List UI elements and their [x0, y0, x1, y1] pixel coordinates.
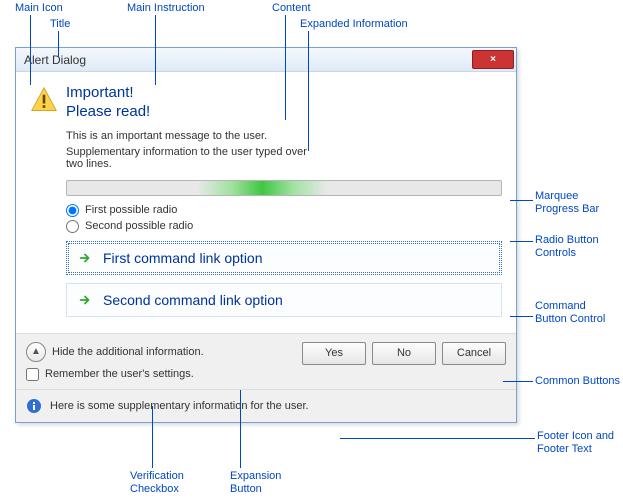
content-text: This is an important message to the user…: [66, 130, 502, 142]
arrow-right-icon: [77, 292, 93, 308]
command-link-2[interactable]: Second command link option: [66, 283, 502, 317]
main-instruction: Important! Please read!: [66, 84, 502, 122]
callout-expanded-info: Expanded Information: [300, 18, 408, 31]
callout-main-instruction: Main Instruction: [127, 2, 205, 15]
expansion-label: Hide the additional information.: [52, 346, 204, 358]
command-link-1[interactable]: First command link option: [66, 241, 502, 275]
command-link-1-label: First command link option: [103, 250, 263, 266]
info-icon: [26, 398, 42, 414]
radio-group: First possible radio Second possible rad…: [66, 204, 502, 233]
callout-content: Content: [272, 2, 311, 15]
callout-radio-controls: Radio Button Controls: [535, 234, 599, 260]
close-button[interactable]: ×: [472, 50, 514, 69]
radio-option-2[interactable]: Second possible radio: [66, 220, 502, 233]
dialog-body: Important! Please read! This is an impor…: [16, 72, 516, 333]
callout-common-buttons: Common Buttons: [535, 375, 620, 388]
verification-checkbox-input[interactable]: [26, 368, 39, 381]
callout-expansion: Expansion Button: [230, 470, 281, 496]
radio-label-2: Second possible radio: [85, 220, 193, 232]
arrow-right-icon: [77, 250, 93, 266]
callout-verification: Verification Checkbox: [130, 470, 184, 496]
radio-input-2[interactable]: [66, 220, 79, 233]
verification-label: Remember the user's settings.: [45, 368, 194, 380]
common-buttons: Yes No Cancel: [302, 342, 506, 365]
alert-dialog: Alert Dialog × Important! Please read! T…: [15, 47, 517, 423]
callout-marquee: Marquee Progress Bar: [535, 190, 599, 216]
marquee-progress-bar: [66, 180, 502, 196]
footer-text: Here is some supplementary information f…: [50, 400, 309, 412]
expanded-information: Supplementary information to the user ty…: [66, 146, 326, 170]
callout-title: Title: [50, 18, 70, 31]
no-button[interactable]: No: [372, 342, 436, 365]
callout-main-icon: Main Icon: [15, 2, 63, 15]
dialog-title: Alert Dialog: [24, 53, 86, 67]
titlebar: Alert Dialog ×: [16, 48, 516, 72]
chevron-up-icon: ▲: [26, 342, 46, 362]
callout-command-button: Command Button Control: [535, 300, 605, 326]
command-links: First command link option Second command…: [66, 241, 502, 317]
cancel-button[interactable]: Cancel: [442, 342, 506, 365]
radio-option-1[interactable]: First possible radio: [66, 204, 502, 217]
verification-checkbox[interactable]: Remember the user's settings.: [26, 368, 204, 381]
radio-label-1: First possible radio: [85, 204, 177, 216]
radio-input-1[interactable]: [66, 204, 79, 217]
expansion-button[interactable]: ▲ Hide the additional information.: [26, 342, 204, 362]
close-icon: ×: [490, 54, 496, 65]
yes-button[interactable]: Yes: [302, 342, 366, 365]
callout-footer-icon-text: Footer Icon and Footer Text: [537, 430, 614, 456]
info-footer: Here is some supplementary information f…: [16, 389, 516, 422]
button-footer: ▲ Hide the additional information. Remem…: [16, 333, 516, 389]
warning-icon: [30, 84, 58, 180]
command-link-2-label: Second command link option: [103, 292, 283, 308]
